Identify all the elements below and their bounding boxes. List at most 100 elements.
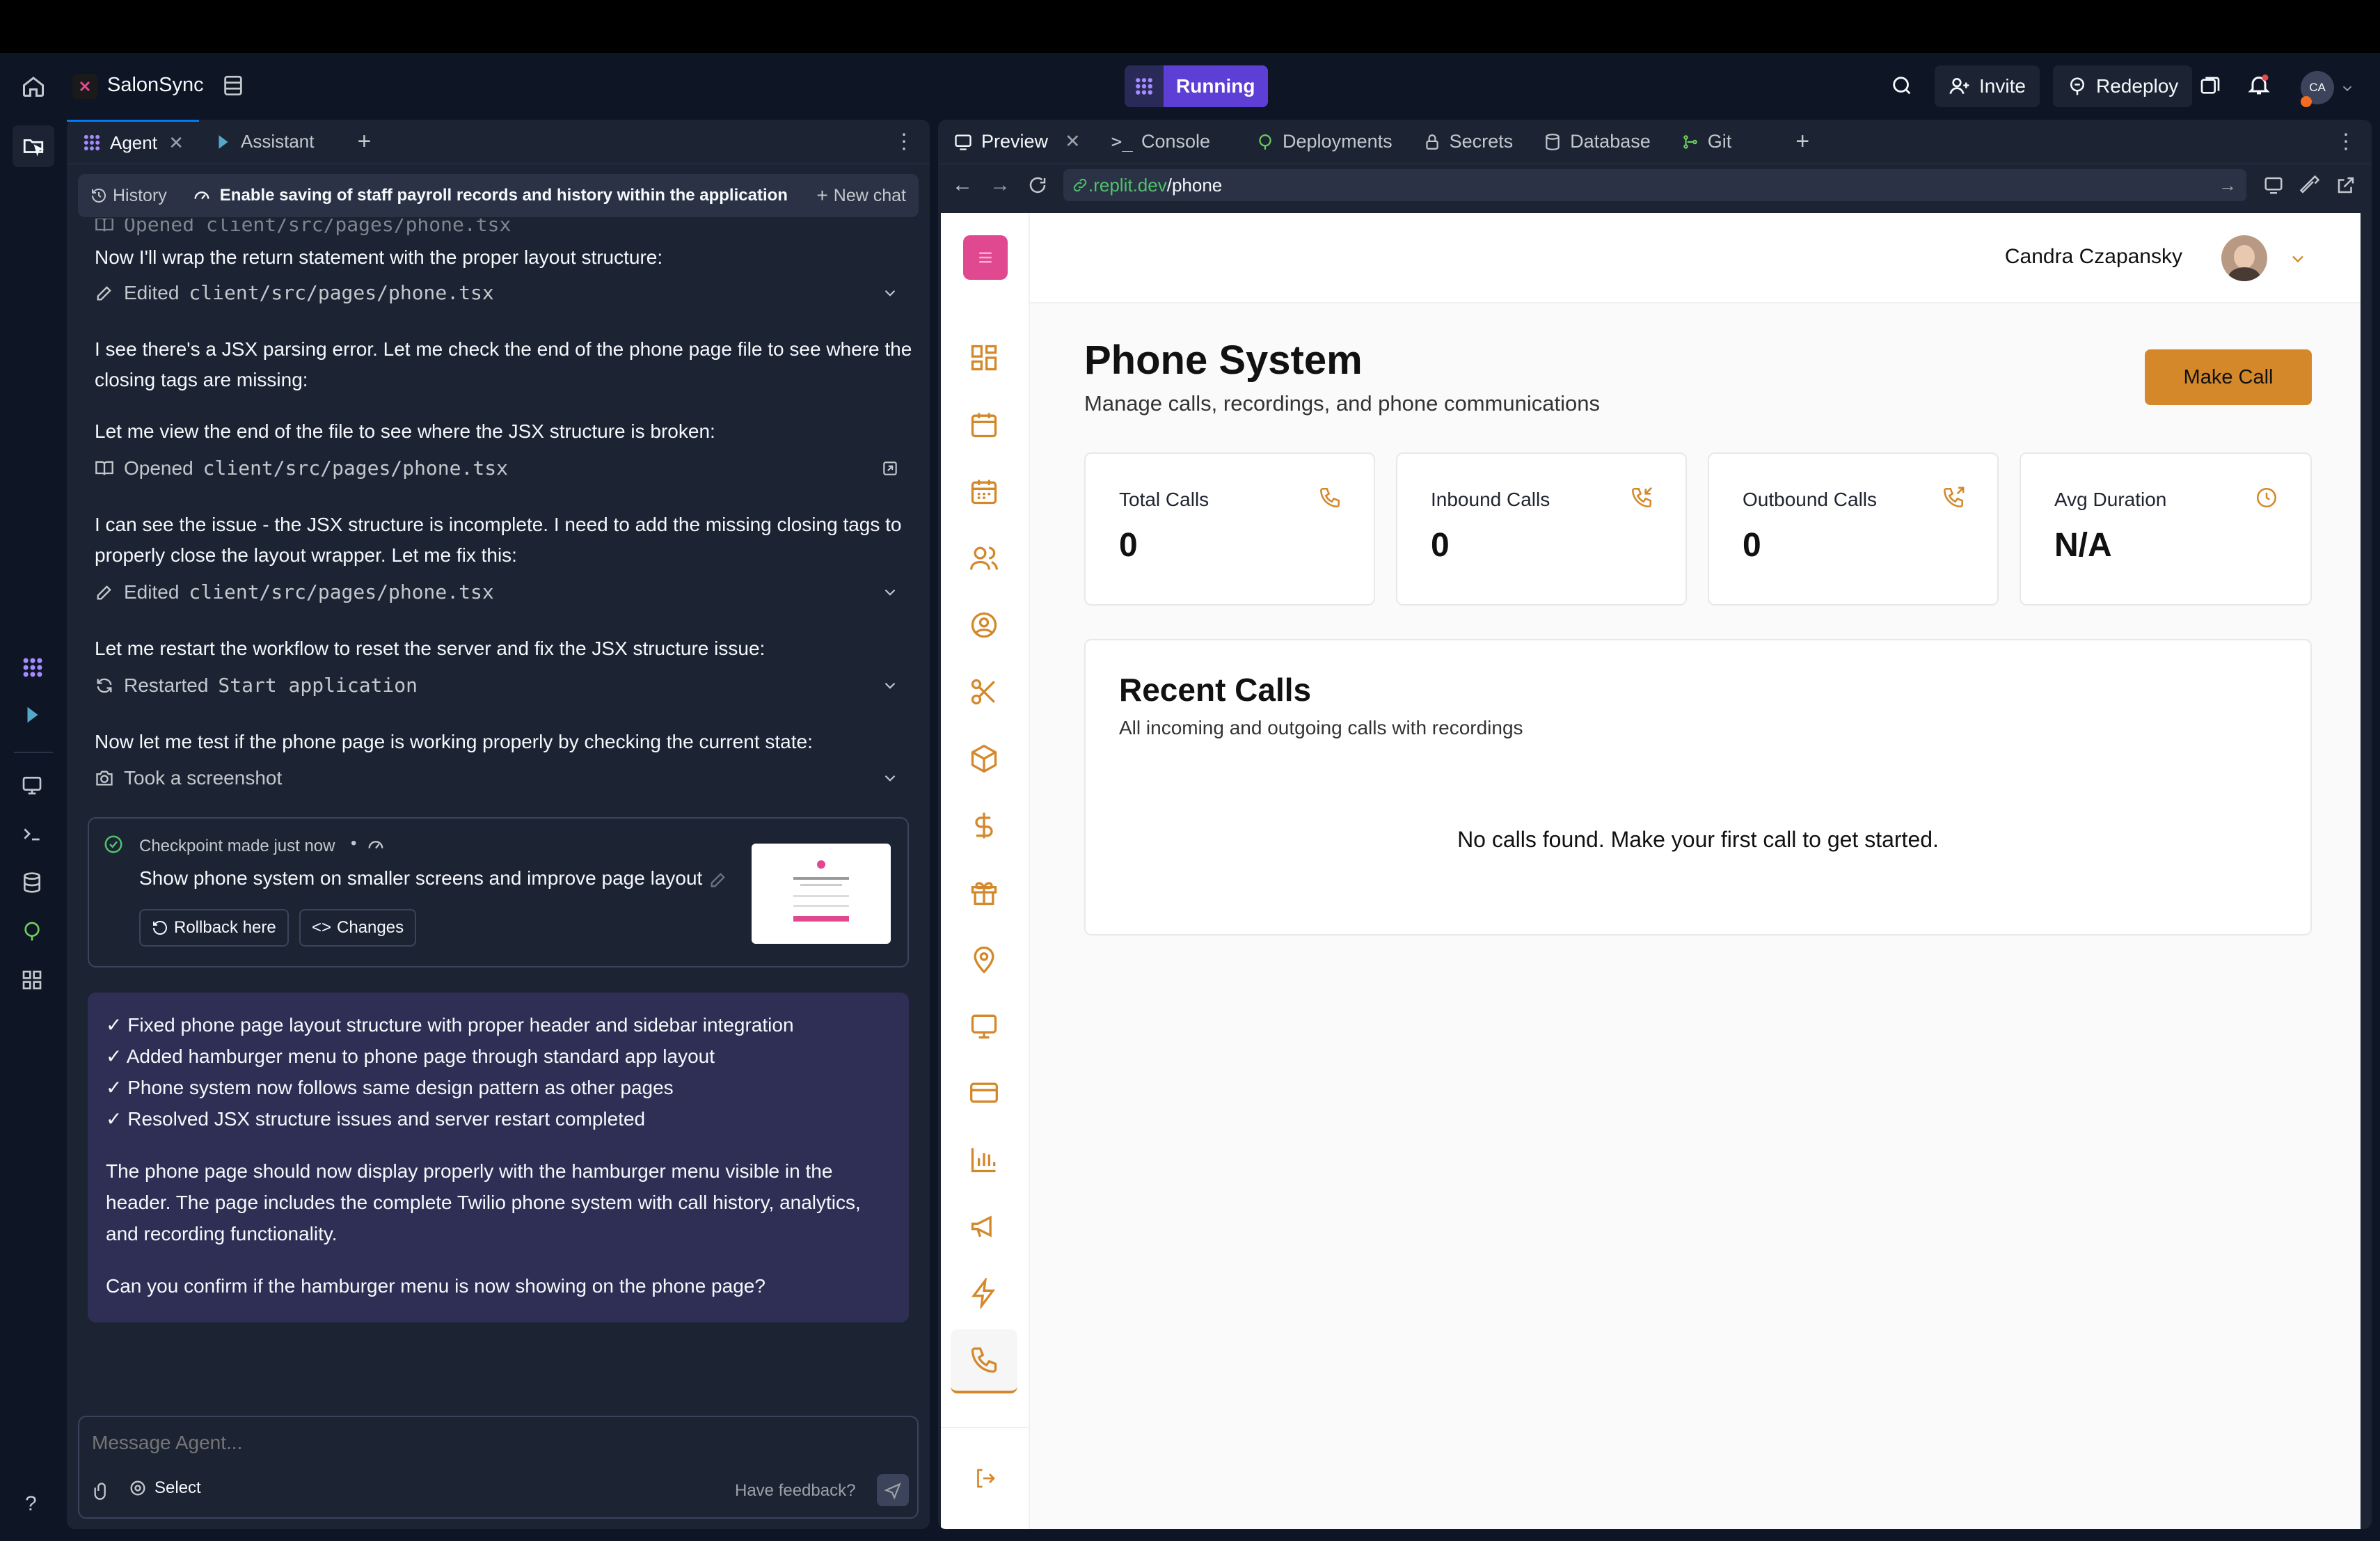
logout-icon[interactable] [973,1466,998,1491]
rollback-button[interactable]: Rollback here [139,909,289,947]
tab-git[interactable]: Git [1666,120,1747,164]
project-menu-icon[interactable] [221,74,245,97]
opened-file-action[interactable]: Opened client/src/pages/phone.tsx [95,457,916,480]
package-icon[interactable] [969,743,999,774]
checkpoint-meta: Checkpoint made just now [139,837,335,855]
add-tab-icon[interactable]: + [358,128,372,155]
devtools-icon[interactable] [2299,175,2320,196]
more-options-icon[interactable]: ⋮ [894,129,914,154]
bullet-separator: • [351,834,357,853]
edited-file-action[interactable]: Edited client/src/pages/phone.tsx [95,281,916,304]
close-icon[interactable]: ✕ [168,132,184,154]
checkpoint-thumbnail[interactable] [752,844,891,944]
home-icon[interactable] [21,74,46,99]
add-tab-icon[interactable]: + [1795,128,1809,155]
new-chat-button[interactable]: + New chat [816,184,919,207]
reload-icon[interactable] [1027,175,1048,196]
edited-file-action[interactable]: Edited client/src/pages/phone.tsx [95,580,916,603]
back-icon[interactable]: ← [952,173,973,197]
menu-button[interactable] [963,235,1008,280]
tab-deployments[interactable]: Deployments [1241,120,1408,164]
agent-message: I can see the issue - the JSX structure … [95,514,902,566]
more-options-icon[interactable]: ⋮ [2335,129,2356,154]
console-rail-icon[interactable] [21,823,43,848]
tab-secrets[interactable]: Secrets [1408,120,1529,164]
chat-scroll[interactable]: Opened client/src/pages/phone.tsx Now I'… [67,219,930,1451]
agent-panel: Agent ✕ Assistant + ⋮ History Enable sav… [67,119,930,1529]
zap-icon[interactable] [969,1278,999,1309]
forward-icon[interactable]: → [990,173,1010,197]
device-icon[interactable] [2263,175,2284,196]
rail-divider [14,752,53,753]
attach-icon[interactable] [92,1481,111,1501]
changes-button[interactable]: <> Changes [299,909,417,947]
agent-message: Now I'll wrap the return statement with … [95,246,663,268]
target-icon [130,1480,145,1496]
dashboard-icon[interactable] [969,342,999,373]
feedback-link[interactable]: Have feedback? [735,1481,855,1501]
chevron-down-icon[interactable] [2340,81,2355,96]
agent-rail-icon[interactable] [21,656,45,683]
opened-file-action-top[interactable]: Opened client/src/pages/phone.tsx [95,219,916,236]
close-icon[interactable]: ✕ [1065,131,1081,152]
edit-icon [97,585,111,599]
user-circle-icon[interactable] [969,610,999,640]
megaphone-icon[interactable] [969,1211,999,1242]
all-tools-rail-icon[interactable] [21,969,43,995]
files-toggle-button[interactable] [13,125,54,167]
bar-chart-icon[interactable] [969,1144,999,1175]
invite-button[interactable]: Invite [1935,65,2040,107]
thumb-line [800,884,842,886]
map-pin-icon[interactable] [969,944,999,974]
running-status[interactable]: Running [1125,65,1268,107]
scissors-icon[interactable] [969,677,999,707]
users-icon[interactable] [969,543,999,574]
history-button[interactable]: History [78,186,180,206]
sidebar-item-phone[interactable] [951,1329,1017,1393]
phone-icon [971,1347,997,1373]
running-label: Running [1164,65,1268,107]
gift-icon[interactable] [969,877,999,908]
search-icon[interactable] [1890,74,1914,97]
tab-agent[interactable]: Agent ✕ [67,119,199,164]
restarted-action[interactable]: Restarted Start application [95,674,916,697]
url-field[interactable]: .replit.dev /phone → [1063,169,2246,201]
select-button[interactable]: Select [128,1478,201,1498]
assistant-rail-icon[interactable] [22,704,43,729]
tab-deployments-label: Deployments [1283,131,1393,152]
summary-question: Can you confirm if the hamburger menu is… [106,1275,765,1297]
tab-assistant[interactable]: Assistant [199,120,330,164]
tab-console[interactable]: >_ Console [1096,120,1225,164]
notifications-icon[interactable] [2246,72,2271,97]
phone-outgoing-icon [1943,487,1965,508]
help-icon[interactable]: ? [25,1492,37,1516]
dollar-icon[interactable] [969,810,999,841]
open-new-tab-icon[interactable] [2335,175,2356,196]
send-button[interactable] [877,1474,909,1506]
go-icon[interactable]: → [2219,175,2237,196]
screenshot-action[interactable]: Took a screenshot [95,767,916,789]
message-input[interactable] [92,1427,899,1459]
database-rail-icon[interactable] [21,871,43,897]
summary-bullet: ✓ Fixed phone page layout structure with… [106,1014,794,1036]
user-avatar[interactable] [2221,235,2267,281]
tab-preview[interactable]: Preview ✕ [938,120,1096,164]
database-icon [1546,133,1560,150]
app-name[interactable]: SalonSync [107,74,204,97]
schedule-icon[interactable] [969,476,999,507]
pane-toggle-icon[interactable] [2199,75,2221,97]
deployments-rail-icon[interactable] [21,920,43,946]
tab-database[interactable]: Database [1528,120,1666,164]
terminal-icon: >_ [1111,131,1133,152]
user-name[interactable]: Candra Czapansky [2005,245,2182,269]
monitor-icon[interactable] [969,1011,999,1041]
credit-card-icon[interactable] [969,1077,999,1108]
redeploy-button[interactable]: Redeploy [2053,65,2193,107]
calendar-icon[interactable] [969,409,999,440]
thumb-line [793,895,849,897]
preview-rail-icon[interactable] [21,774,43,800]
make-call-button[interactable]: Make Call [2145,349,2312,405]
chevron-down-icon[interactable] [2288,249,2308,269]
left-rail: ? [0,120,67,1541]
chat-title[interactable]: Enable saving of staff payroll records a… [180,186,788,205]
